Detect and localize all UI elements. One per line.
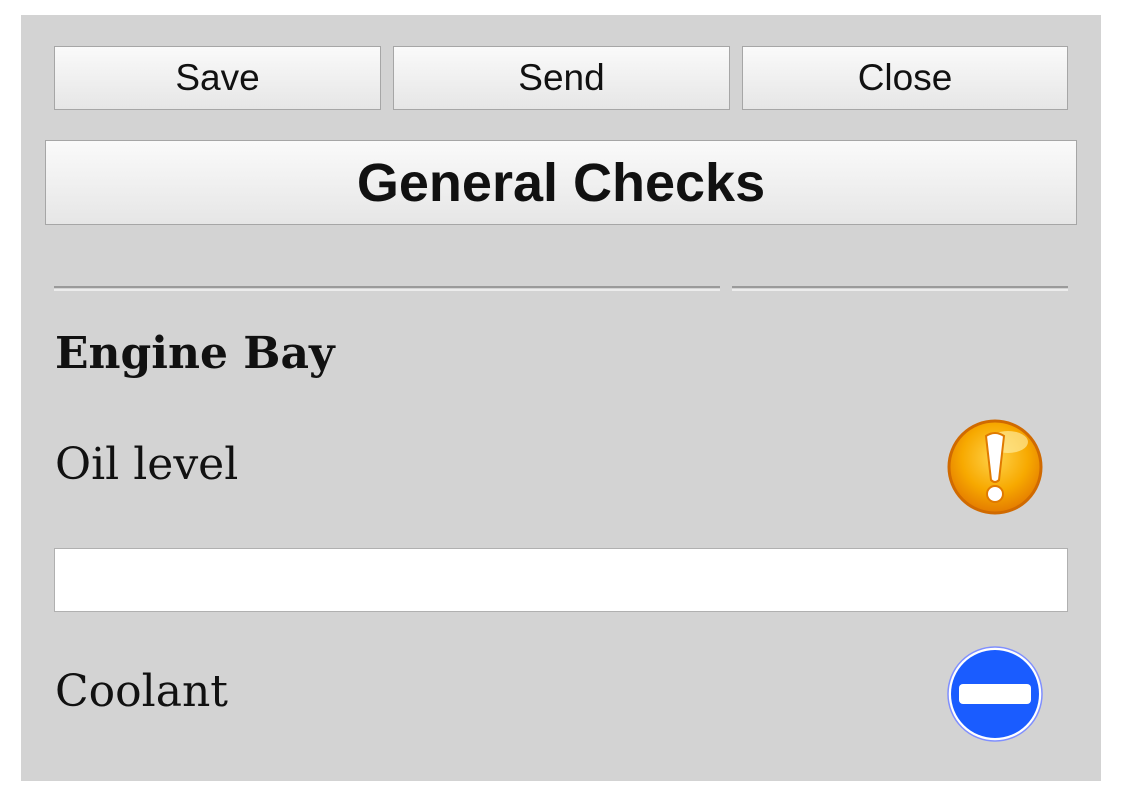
checklist-panel: Save Send Close General Checks Engine Ba… (21, 15, 1101, 781)
section-heading: Engine Bay (55, 328, 335, 379)
send-button[interactable]: Send (393, 46, 730, 110)
coolant-label: Coolant (55, 666, 228, 717)
divider-left (54, 286, 720, 291)
warning-icon[interactable] (946, 418, 1044, 516)
divider-right (732, 286, 1068, 291)
send-button-label: Send (518, 57, 605, 98)
page-title: General Checks (356, 152, 766, 213)
oil-level-label: Oil level (55, 439, 239, 490)
oil-level-note-input[interactable] (54, 548, 1068, 612)
close-button-label: Close (857, 57, 953, 98)
no-entry-icon[interactable] (946, 645, 1044, 743)
page-title-bar: General Checks (45, 140, 1077, 225)
save-button[interactable]: Save (54, 46, 381, 110)
close-button[interactable]: Close (742, 46, 1068, 110)
save-button-label: Save (175, 57, 260, 98)
